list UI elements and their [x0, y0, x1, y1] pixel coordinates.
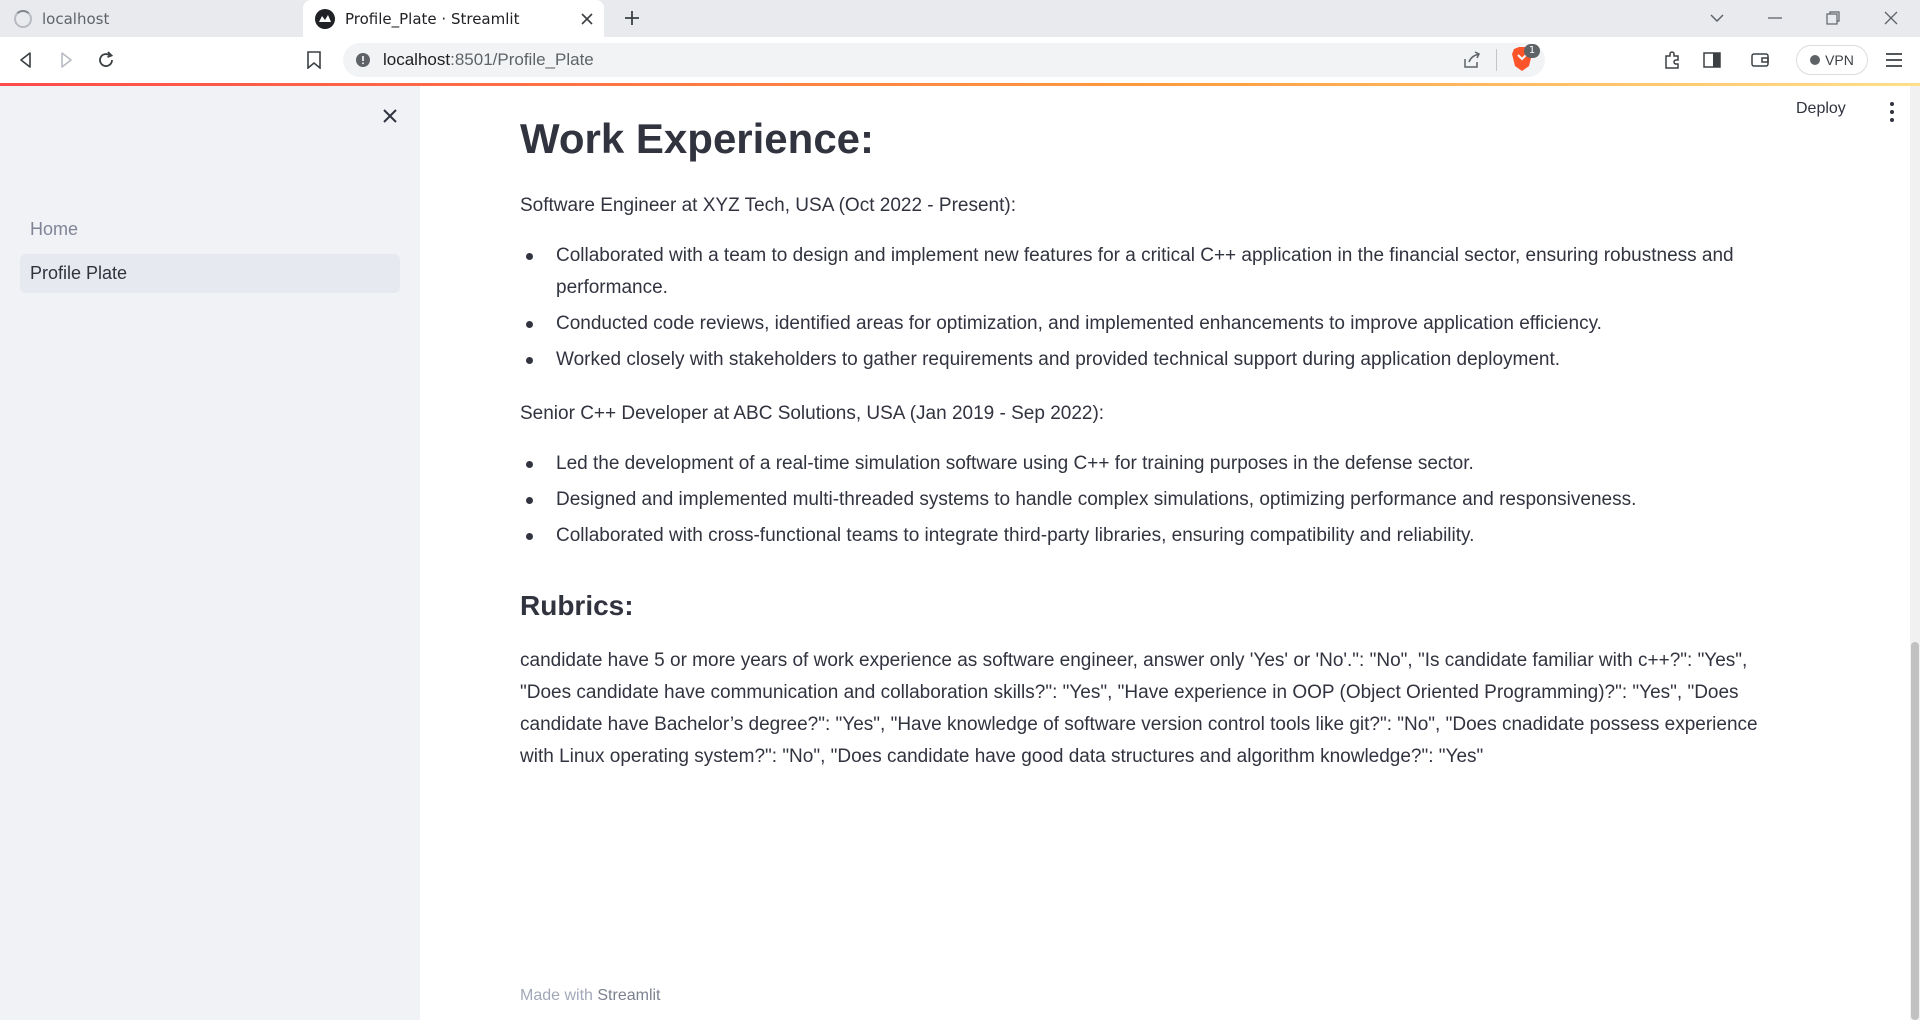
tab-profile-plate[interactable]: Profile_Plate · Streamlit — [303, 0, 604, 37]
site-info-icon[interactable] — [355, 52, 371, 72]
vpn-label: VPN — [1825, 52, 1854, 68]
vpn-button[interactable]: VPN — [1796, 45, 1868, 75]
close-sidebar-icon[interactable] — [376, 102, 404, 130]
streamlit-favicon-icon — [315, 8, 335, 29]
browser-tab-strip: localhost Profile_Plate · Streamlit — [0, 0, 1920, 37]
close-tab-icon[interactable] — [574, 6, 600, 32]
footer-made-with: Made with — [520, 987, 593, 1004]
list-item: Designed and implemented multi-threaded … — [520, 484, 1790, 516]
browser-toolbar: localhost:8501/Profile_Plate 1 VPN — [0, 37, 1920, 83]
scrollbar-thumb[interactable] — [1911, 642, 1919, 1020]
sidebar: Home Profile Plate — [0, 86, 420, 1020]
bookmark-icon[interactable] — [300, 46, 328, 74]
address-bar[interactable]: localhost:8501/Profile_Plate — [343, 43, 1545, 77]
url-host: localhost — [383, 50, 451, 69]
footer: Made with Streamlit — [520, 987, 661, 1005]
new-tab-button[interactable] — [618, 4, 646, 32]
main-menu-icon[interactable] — [1882, 100, 1902, 124]
job-bullets: Collaborated with a team to design and i… — [520, 240, 1790, 380]
omnibox-divider — [1496, 49, 1497, 71]
browser-menu-icon[interactable] — [1880, 46, 1908, 74]
sidebar-item-label: Home — [30, 219, 79, 239]
main-content: Deploy Work Experience: Software Enginee… — [420, 86, 1920, 1020]
job-title: Software Engineer at XYZ Tech, USA (Oct … — [520, 195, 1016, 216]
url-text: localhost:8501/Profile_Plate — [383, 50, 594, 70]
brave-shields-icon[interactable]: 1 — [1510, 44, 1540, 74]
sidebar-item-home[interactable]: Home — [20, 210, 400, 249]
wallet-icon[interactable] — [1746, 46, 1774, 74]
list-item: Led the development of a real-time simul… — [520, 448, 1790, 480]
back-arrow-icon[interactable] — [12, 46, 40, 74]
share-icon[interactable] — [1463, 51, 1481, 73]
list-item: Collaborated with a team to design and i… — [520, 240, 1790, 304]
list-item: Conducted code reviews, identified areas… — [520, 308, 1790, 340]
rubrics-text: candidate have 5 or more years of work e… — [520, 650, 1758, 767]
tab-title: localhost — [42, 9, 110, 28]
tab-title: Profile_Plate · Streamlit — [345, 9, 520, 28]
rubrics-heading: Rubrics: — [520, 590, 634, 621]
sidebar-toggle-icon[interactable] — [1698, 46, 1726, 74]
tab-search-chevron-icon[interactable] — [1700, 4, 1734, 32]
work-experience-heading: Work Experience: — [520, 115, 875, 162]
job-title: Senior C++ Developer at ABC Solutions, U… — [520, 403, 1105, 424]
job-bullets: Led the development of a real-time simul… — [520, 448, 1790, 556]
forward-arrow-icon[interactable] — [52, 46, 80, 74]
page-scrollbar[interactable] — [1910, 86, 1920, 1020]
tab-localhost[interactable]: localhost — [0, 0, 303, 37]
footer-streamlit-link[interactable]: Streamlit — [597, 987, 660, 1004]
loading-spinner-icon — [14, 9, 32, 28]
list-item: Worked closely with stakeholders to gath… — [520, 344, 1790, 376]
url-path: :8501/Profile_Plate — [450, 50, 594, 69]
brave-badge-count: 1 — [1524, 44, 1540, 58]
minimize-window-icon[interactable] — [1758, 4, 1792, 32]
reload-icon[interactable] — [92, 46, 120, 74]
restore-window-icon[interactable] — [1816, 4, 1850, 32]
vpn-status-icon — [1810, 55, 1821, 65]
extensions-puzzle-icon[interactable] — [1658, 46, 1686, 74]
list-item: Collaborated with cross-functional teams… — [520, 520, 1790, 552]
sidebar-item-profile-plate[interactable]: Profile Plate — [20, 254, 400, 293]
close-window-icon[interactable] — [1874, 4, 1908, 32]
deploy-button[interactable]: Deploy — [1796, 100, 1846, 118]
sidebar-item-label: Profile Plate — [30, 263, 128, 283]
